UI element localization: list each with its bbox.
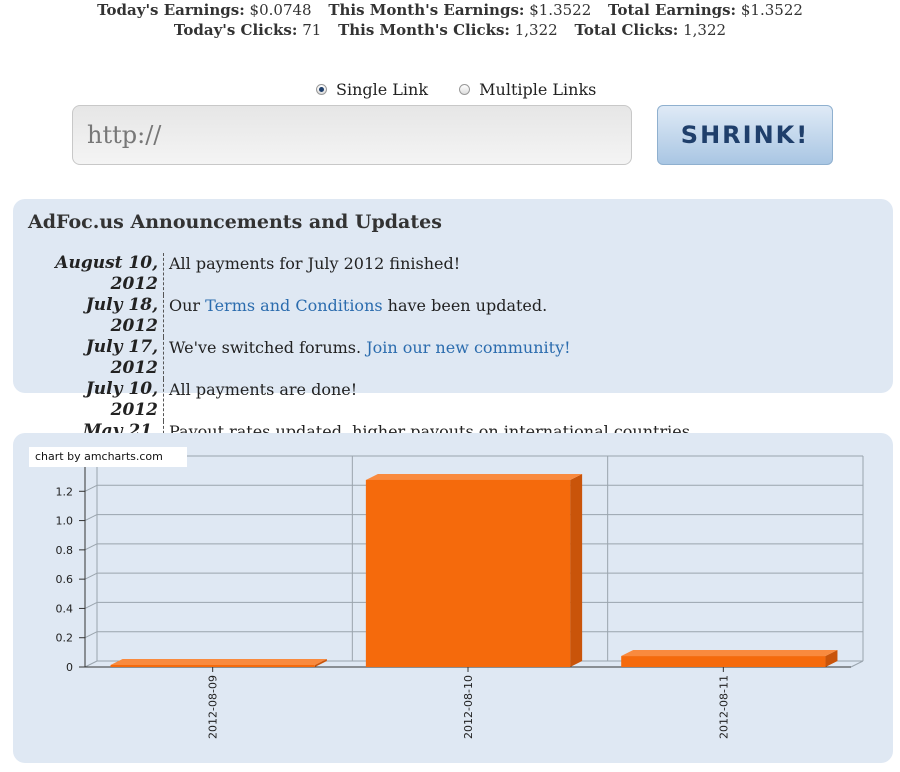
chart-credit[interactable]: chart by amcharts.com: [29, 447, 187, 467]
bar-top: [365, 473, 583, 480]
month-clicks-value: 1,322: [514, 21, 558, 39]
total-clicks-label: Total Clicks:: [574, 21, 679, 39]
announcement-text-before: We've switched forums.: [169, 338, 367, 357]
multiple-links-radio-dot[interactable]: [459, 84, 471, 95]
announcements-panel: AdFoc.us Announcements and Updates Augus…: [13, 199, 893, 463]
shrink-button[interactable]: SHRINK!: [657, 105, 833, 165]
bar: [365, 479, 571, 667]
announcement-text-after: have been updated.: [382, 296, 548, 315]
gridline-depth: [84, 484, 98, 492]
announcements-list: August 10, 2012 All payments for July 20…: [33, 253, 700, 463]
earnings-row: Today's Earnings: $0.0748 This Month's E…: [0, 0, 900, 20]
terms-link[interactable]: Terms and Conditions: [205, 296, 382, 315]
gridline-depth: [84, 514, 98, 522]
bar: [110, 665, 315, 667]
total-earnings-value: $1.3522: [740, 1, 803, 19]
month-earnings-label: This Month's Earnings:: [328, 1, 525, 19]
earnings-summary: Today's Earnings: $0.0748 This Month's E…: [0, 0, 900, 40]
announcement-row: July 18, 2012 Our Terms and Conditions h…: [33, 295, 700, 337]
announcement-row: July 17, 2012 We've switched forums. Joi…: [33, 337, 700, 379]
earnings-chart: 00.20.40.60.81.01.21.42012-08-092012-08-…: [56, 455, 864, 739]
clicks-row: Today's Clicks: 71 This Month's Clicks: …: [0, 20, 900, 40]
announcement-text: Our Terms and Conditions have been updat…: [164, 295, 700, 337]
floor-edge: [850, 660, 864, 668]
gridline-depth: [84, 543, 98, 551]
announcement-text-before: Our: [169, 296, 206, 315]
announcements-title: AdFoc.us Announcements and Updates: [28, 211, 442, 233]
y-tick-label: 0.2: [56, 632, 74, 645]
y-tick-label: 1.2: [56, 485, 74, 498]
announcement-text: We've switched forums. Join our new comm…: [164, 337, 700, 379]
announcement-row: July 10, 2012 All payments are done!: [33, 379, 700, 421]
y-tick-label: 0.4: [56, 602, 74, 615]
y-tick-label: 0.6: [56, 573, 74, 586]
announcement-row: August 10, 2012 All payments for July 20…: [33, 253, 700, 295]
y-tick-label: 1.0: [56, 515, 74, 528]
bar-top: [621, 650, 838, 657]
gridline-depth: [84, 631, 98, 639]
announcement-text: All payments for July 2012 finished!: [169, 254, 461, 273]
announcement-date: July 17, 2012: [33, 337, 164, 379]
y-tick-label: 0.8: [56, 544, 74, 557]
announcement-date: July 18, 2012: [33, 295, 164, 337]
announcement-text: All payments are done!: [169, 380, 358, 399]
link-mode-radios: Single Link Multiple Links: [316, 80, 622, 99]
community-link[interactable]: Join our new community!: [366, 338, 570, 357]
gridline-depth: [84, 572, 98, 580]
month-earnings-value: $1.3522: [529, 1, 592, 19]
single-link-radio-dot[interactable]: [316, 84, 327, 95]
x-tick-label: 2012-08-11: [717, 675, 730, 739]
y-tick-label: 0: [66, 661, 73, 674]
today-earnings-label: Today's Earnings:: [97, 1, 245, 19]
earnings-chart-panel: 00.20.40.60.81.01.21.42012-08-092012-08-…: [13, 433, 893, 763]
month-clicks-label: This Month's Clicks:: [338, 21, 510, 39]
gridline-depth: [84, 601, 98, 609]
url-input[interactable]: [72, 105, 632, 165]
gridline-depth: [84, 660, 98, 668]
bar-top: [110, 659, 327, 665]
bar-side: [570, 473, 583, 667]
x-tick-label: 2012-08-10: [462, 675, 475, 739]
total-clicks-value: 1,322: [683, 21, 727, 39]
x-tick-label: 2012-08-09: [207, 675, 220, 739]
announcement-date: July 10, 2012: [33, 379, 164, 421]
bar: [621, 656, 826, 667]
single-link-label: Single Link: [336, 80, 429, 99]
today-clicks-value: 71: [302, 21, 322, 39]
announcement-date: August 10, 2012: [33, 253, 164, 295]
today-earnings-value: $0.0748: [249, 1, 312, 19]
total-earnings-label: Total Earnings:: [608, 1, 737, 19]
today-clicks-label: Today's Clicks:: [173, 21, 298, 39]
multiple-links-radio[interactable]: Multiple Links: [459, 80, 596, 99]
multiple-links-label: Multiple Links: [479, 80, 597, 99]
single-link-radio[interactable]: Single Link: [316, 80, 428, 99]
